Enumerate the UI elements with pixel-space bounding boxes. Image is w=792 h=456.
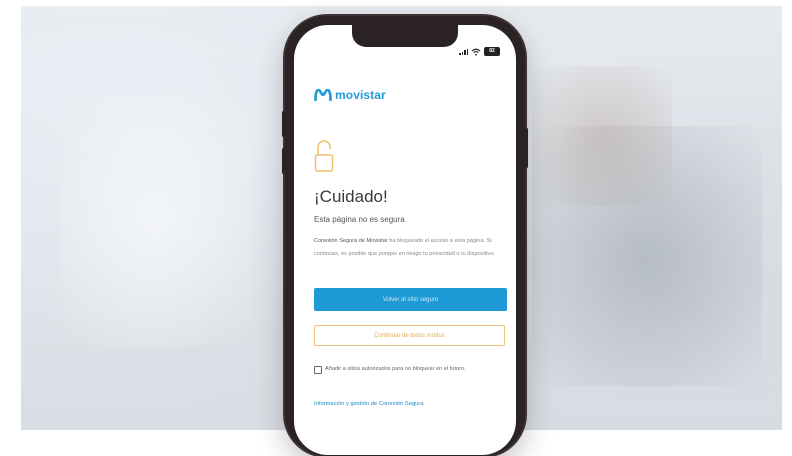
whitelist-option[interactable]: Añadir a sitios autorizados para no bloq… (314, 365, 504, 374)
secure-connection-info-link[interactable]: Información y gestión de Conexión Segura (314, 401, 424, 407)
phone-side-button (282, 148, 285, 174)
background-blur-warm (532, 66, 672, 206)
movistar-logo: movistar (314, 88, 386, 102)
phone-frame: 82 movistar ¡Cuidado! Esta página no es … (282, 16, 528, 456)
warning-title: ¡Cuidado! (314, 187, 388, 206)
whitelist-checkbox[interactable] (314, 366, 322, 374)
phone-notch (352, 25, 458, 47)
background-blur-light (61, 96, 251, 346)
battery-icon: 82 (484, 47, 500, 56)
continue-anyway-button[interactable]: Continuar de todos modos (314, 325, 505, 346)
phone-side-button (282, 111, 285, 137)
logo-text: movistar (335, 88, 386, 102)
signal-bars-icon (459, 48, 468, 55)
back-to-safety-button[interactable]: Volver al sitio seguro (314, 288, 507, 311)
phone-power-button (525, 128, 528, 168)
phone-screen: 82 movistar ¡Cuidado! Esta página no es … (294, 25, 516, 455)
movistar-m-icon (314, 89, 332, 101)
service-name: Conexión Segura de Movistar (314, 238, 388, 244)
warning-description: Conexión Segura de Movistar ha bloqueado… (314, 235, 514, 261)
status-bar: 82 (459, 47, 500, 56)
warning-subtitle: Esta página no es segura (314, 215, 405, 224)
whitelist-label: Añadir a sitios autorizados para no bloq… (325, 366, 466, 372)
wifi-icon (471, 48, 481, 55)
unlocked-padlock-icon (314, 140, 334, 172)
